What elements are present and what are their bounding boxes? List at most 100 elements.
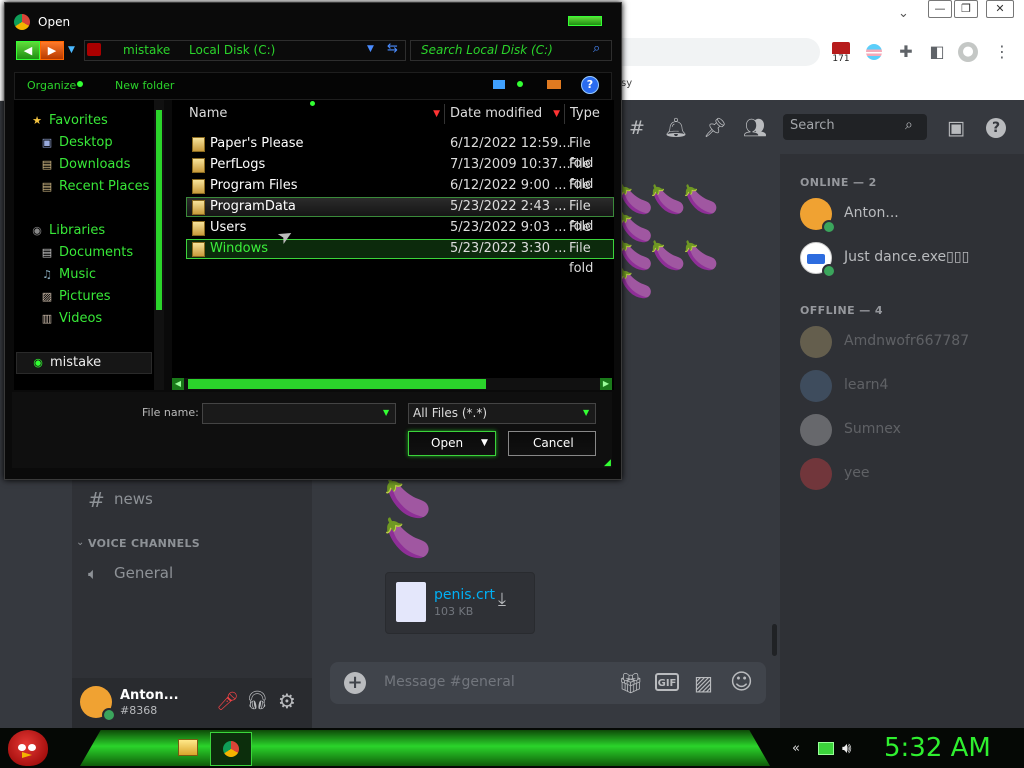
nav-recent-places[interactable]: ▤ Recent Places	[40, 176, 150, 198]
nav-desktop[interactable]: ▣ Desktop	[40, 132, 113, 154]
start-button-angry-bird-icon[interactable]	[8, 730, 48, 766]
add-attachment-icon[interactable]: +	[344, 672, 366, 694]
nav-videos[interactable]: ▥ Videos	[40, 308, 102, 330]
column-header-type[interactable]: Type	[566, 104, 612, 124]
horizontal-scrollbar[interactable]: ◀ ▶	[172, 378, 612, 390]
scroll-left-icon[interactable]: ◀	[172, 378, 184, 390]
sort-dropdown-icon[interactable]: ▼	[433, 104, 440, 124]
sort-dropdown-icon[interactable]: ▼	[553, 104, 560, 124]
network-icon[interactable]	[818, 742, 834, 755]
emoji-picker-icon[interactable]: ☺	[730, 670, 753, 695]
scrollbar-thumb[interactable]	[188, 379, 486, 389]
nav-scrollbar[interactable]	[154, 100, 164, 390]
file-name-dropdown-icon[interactable]: ▼	[383, 408, 389, 417]
address-breadcrumb[interactable]: mistake Local Disk (C:) ▼ ⇆	[84, 40, 406, 61]
search-icon: ⌕	[905, 117, 913, 133]
new-folder-button[interactable]: New folder	[115, 79, 174, 92]
download-icon[interactable]: ⤓	[498, 589, 506, 610]
volume-icon[interactable]: 🔊︎	[842, 739, 851, 757]
extension-calendar-icon[interactable]: 171	[831, 42, 851, 66]
gift-icon[interactable]: 🎁︎	[618, 671, 643, 695]
member-item[interactable]: yee	[800, 458, 1020, 498]
organize-button[interactable]: Organize	[27, 79, 76, 92]
back-button[interactable]: ◀	[16, 41, 40, 60]
inbox-icon[interactable]: ▣	[944, 116, 968, 140]
close-window-button[interactable]: ✕	[986, 0, 1014, 18]
gif-button[interactable]: GIF	[655, 673, 679, 691]
chrome-taskbar-button[interactable]	[210, 732, 252, 766]
nav-music[interactable]: ♫ Music	[40, 264, 96, 286]
organize-dropdown-icon[interactable]	[77, 81, 83, 87]
resize-grip-icon[interactable]: ◢	[604, 458, 611, 468]
column-header-name[interactable]: Name ▼	[186, 104, 445, 124]
profile-avatar-icon[interactable]: ●	[958, 42, 978, 62]
member-item[interactable]: learn4	[800, 370, 1020, 410]
help-icon[interactable]: ?	[581, 76, 599, 94]
member-item[interactable]: Sumnex	[800, 414, 1020, 454]
nav-pictures[interactable]: ▨ Pictures	[40, 286, 111, 308]
forward-button[interactable]: ▶	[40, 41, 64, 60]
voice-channel-general[interactable]: General	[114, 564, 173, 582]
file-row[interactable]: Users5/23/2022 9:03 ...File fold	[186, 218, 614, 255]
dialog-close-button[interactable]	[568, 16, 602, 26]
maximize-window-button[interactable]: ❐	[954, 0, 978, 18]
chat-scrollbar[interactable]	[772, 624, 777, 656]
category-collapse-icon[interactable]: ⌄	[76, 537, 84, 548]
breadcrumb-item[interactable]: mistake	[123, 43, 170, 57]
nav-documents[interactable]: ▤ Documents	[40, 242, 133, 264]
voice-channels-header[interactable]: VOICE CHANNELS	[88, 537, 200, 550]
open-button[interactable]: Open ▼	[408, 431, 496, 456]
side-panel-icon[interactable]: ◧	[927, 42, 947, 62]
view-dropdown-icon[interactable]	[517, 81, 523, 87]
filter-dropdown-icon[interactable]: ▼	[583, 408, 589, 417]
file-explorer-taskbar-icon[interactable]	[172, 734, 204, 762]
attachment-file-link[interactable]: penis.crt	[434, 587, 495, 603]
nav-downloads[interactable]: ▤ Downloads	[40, 154, 131, 176]
member-item[interactable]: Amdnwofr667787	[800, 326, 1020, 366]
view-options-icon[interactable]	[493, 80, 505, 89]
threads-icon[interactable]: #	[625, 116, 649, 140]
file-row[interactable]: Program Files6/12/2022 9:00 ...File fold	[186, 176, 614, 213]
nav-computer[interactable]: ◉ mistake	[16, 352, 152, 374]
address-bar[interactable]	[600, 38, 820, 66]
sticker-icon[interactable]: ▨	[694, 671, 713, 695]
extensions-puzzle-icon[interactable]: ✚	[896, 42, 916, 62]
bookmark-item[interactable]: sy	[621, 78, 632, 89]
breadcrumb-item[interactable]: Local Disk (C:)	[189, 43, 275, 57]
file-row-selected[interactable]: Windows 5/23/2022 3:30 ... File fold	[186, 239, 614, 276]
message-input[interactable]: + Message #general 🎁︎ GIF ▨ ☺	[330, 662, 766, 704]
member-item[interactable]: Just dance.exe▯▯▯	[800, 242, 1020, 282]
extension-flag-icon[interactable]	[864, 42, 884, 62]
refresh-icon[interactable]: ⇆	[387, 41, 398, 56]
tab-search-chevron-icon[interactable]: ⌄	[898, 6, 909, 21]
headphones-icon[interactable]: 🎧︎	[246, 690, 269, 711]
show-hidden-icons-icon[interactable]: «	[792, 741, 800, 756]
member-list-icon[interactable]: 👥︎	[743, 116, 767, 140]
open-dropdown-icon[interactable]: ▼	[481, 438, 488, 448]
preview-pane-icon[interactable]	[547, 80, 561, 89]
taskbar-clock[interactable]: 5:32 AM	[884, 733, 991, 763]
cancel-button[interactable]: Cancel	[508, 431, 596, 456]
column-header-date-modified[interactable]: Date modified ▼	[446, 104, 565, 124]
mute-microphone-icon[interactable]: 🎤︎	[216, 691, 239, 712]
recent-locations-chevron-icon[interactable]: ▼	[68, 45, 75, 55]
dialog-search-input[interactable]: Search Local Disk (C:) ⌕	[410, 40, 612, 61]
user-settings-gear-icon[interactable]: ⚙	[278, 689, 296, 713]
file-name-input[interactable]: ▼	[202, 403, 396, 424]
channel-news[interactable]: news	[114, 490, 153, 508]
pinned-messages-icon[interactable]: 📌︎	[703, 116, 727, 140]
nav-libraries[interactable]: ◉ Libraries	[30, 220, 105, 242]
file-row[interactable]: PerfLogs 7/13/2009 10:37... File fold	[186, 155, 614, 192]
member-item[interactable]: Anton...	[800, 198, 1020, 238]
help-icon[interactable]: ?	[984, 116, 1008, 140]
file-name: ProgramData	[210, 199, 296, 214]
address-dropdown-icon[interactable]: ▼	[367, 44, 374, 54]
nav-favorites[interactable]: ★ Favorites	[30, 110, 108, 132]
notification-bell-icon[interactable]: 🔔︎	[664, 116, 688, 140]
scroll-right-icon[interactable]: ▶	[600, 378, 612, 390]
file-row[interactable]: Paper's Please 6/12/2022 12:59... File fol…	[186, 134, 614, 171]
file-row-hovered[interactable]: ProgramData 5/23/2022 2:43 ... File fold	[186, 197, 614, 234]
file-type-filter-select[interactable]: All Files (*.*) ▼	[408, 403, 596, 424]
chrome-menu-icon[interactable]: ⋮	[992, 42, 1012, 62]
minimize-window-button[interactable]: —	[928, 0, 952, 18]
